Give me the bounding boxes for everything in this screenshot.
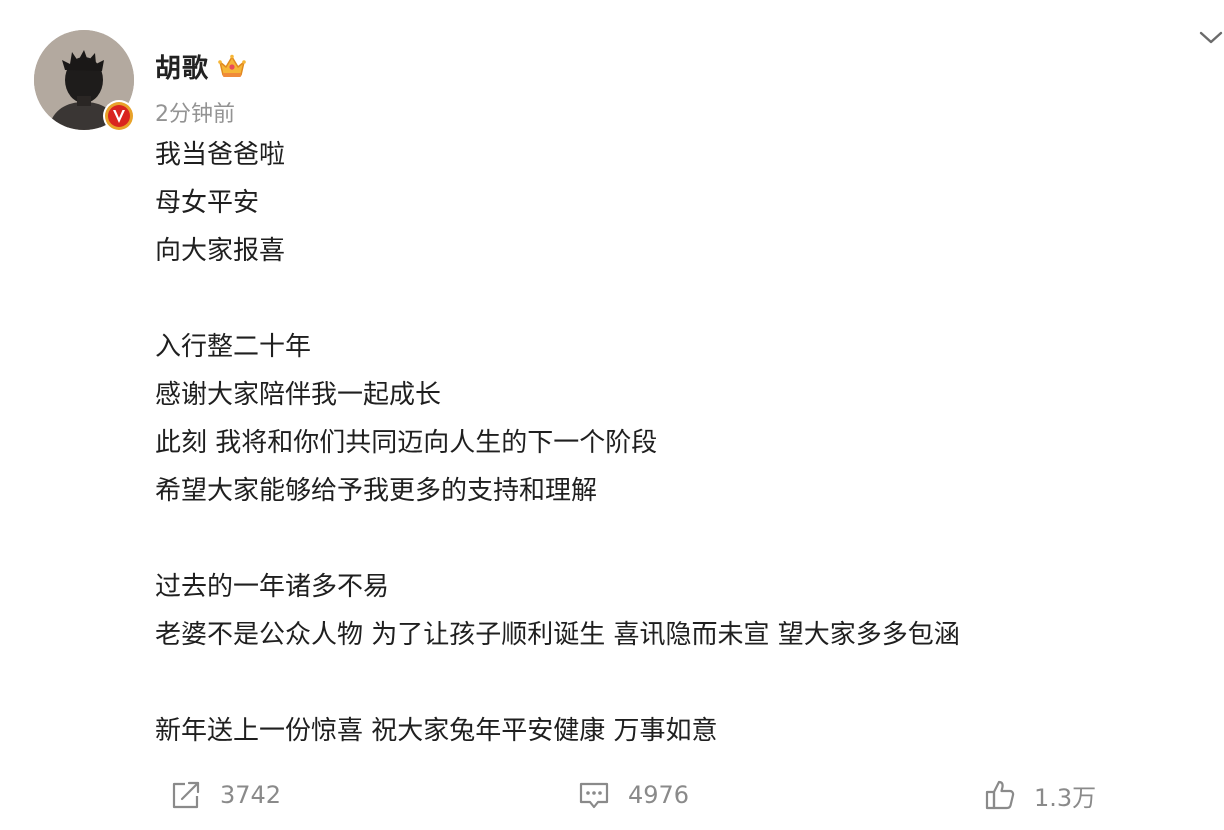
- content-line: 入行整二十年: [155, 332, 312, 362]
- repost-button[interactable]: 3742: [168, 770, 281, 820]
- chevron-down-icon[interactable]: [1198, 26, 1224, 48]
- share-icon: [168, 777, 204, 813]
- content-line: 希望大家能够给予我更多的支持和理解: [155, 476, 598, 506]
- user-name-row: 胡歌: [155, 48, 247, 84]
- verified-badge: [103, 100, 135, 132]
- post-time: 2分钟前: [155, 102, 235, 127]
- content-line: 我当爸爸啦: [155, 140, 286, 170]
- like-count: 1.3万: [1034, 783, 1097, 812]
- repost-count: 3742: [220, 781, 282, 809]
- comment-button[interactable]: 4976: [576, 770, 689, 820]
- content-line: 感谢大家陪伴我一起成长: [155, 380, 442, 410]
- content-line: [155, 515, 1195, 563]
- thumbs-up-icon: [982, 777, 1018, 813]
- weibo-post: 胡歌 2分钟前 我当爸爸啦 母女平安 向大家报喜 入行整二十年 感谢大家陪伴我一…: [0, 0, 1224, 830]
- user-name[interactable]: 胡歌: [155, 48, 209, 85]
- action-bar: 3742 4976 1.3万: [0, 770, 1224, 820]
- content-line: 新年送上一份惊喜 祝大家兔年平安健康 万事如意: [155, 716, 718, 746]
- content-line: 老婆不是公众人物 为了让孩子顺利诞生 喜讯隐而未宣 望大家多多包涵: [155, 620, 960, 650]
- post-content: 我当爸爸啦 母女平安 向大家报喜 入行整二十年 感谢大家陪伴我一起成长 此刻 我…: [155, 131, 1195, 755]
- content-line: [155, 659, 1195, 707]
- content-line: 向大家报喜: [155, 236, 286, 266]
- comment-count: 4976: [628, 781, 690, 809]
- like-button[interactable]: 1.3万: [982, 770, 1096, 820]
- comment-icon: [576, 777, 612, 813]
- verified-v-icon: [105, 102, 133, 130]
- content-line: 母女平安: [155, 188, 260, 218]
- content-line: [155, 275, 1195, 323]
- crown-icon[interactable]: [217, 52, 247, 80]
- content-line: 此刻 我将和你们共同迈向人生的下一个阶段: [155, 428, 658, 458]
- content-line: 过去的一年诸多不易: [155, 572, 390, 602]
